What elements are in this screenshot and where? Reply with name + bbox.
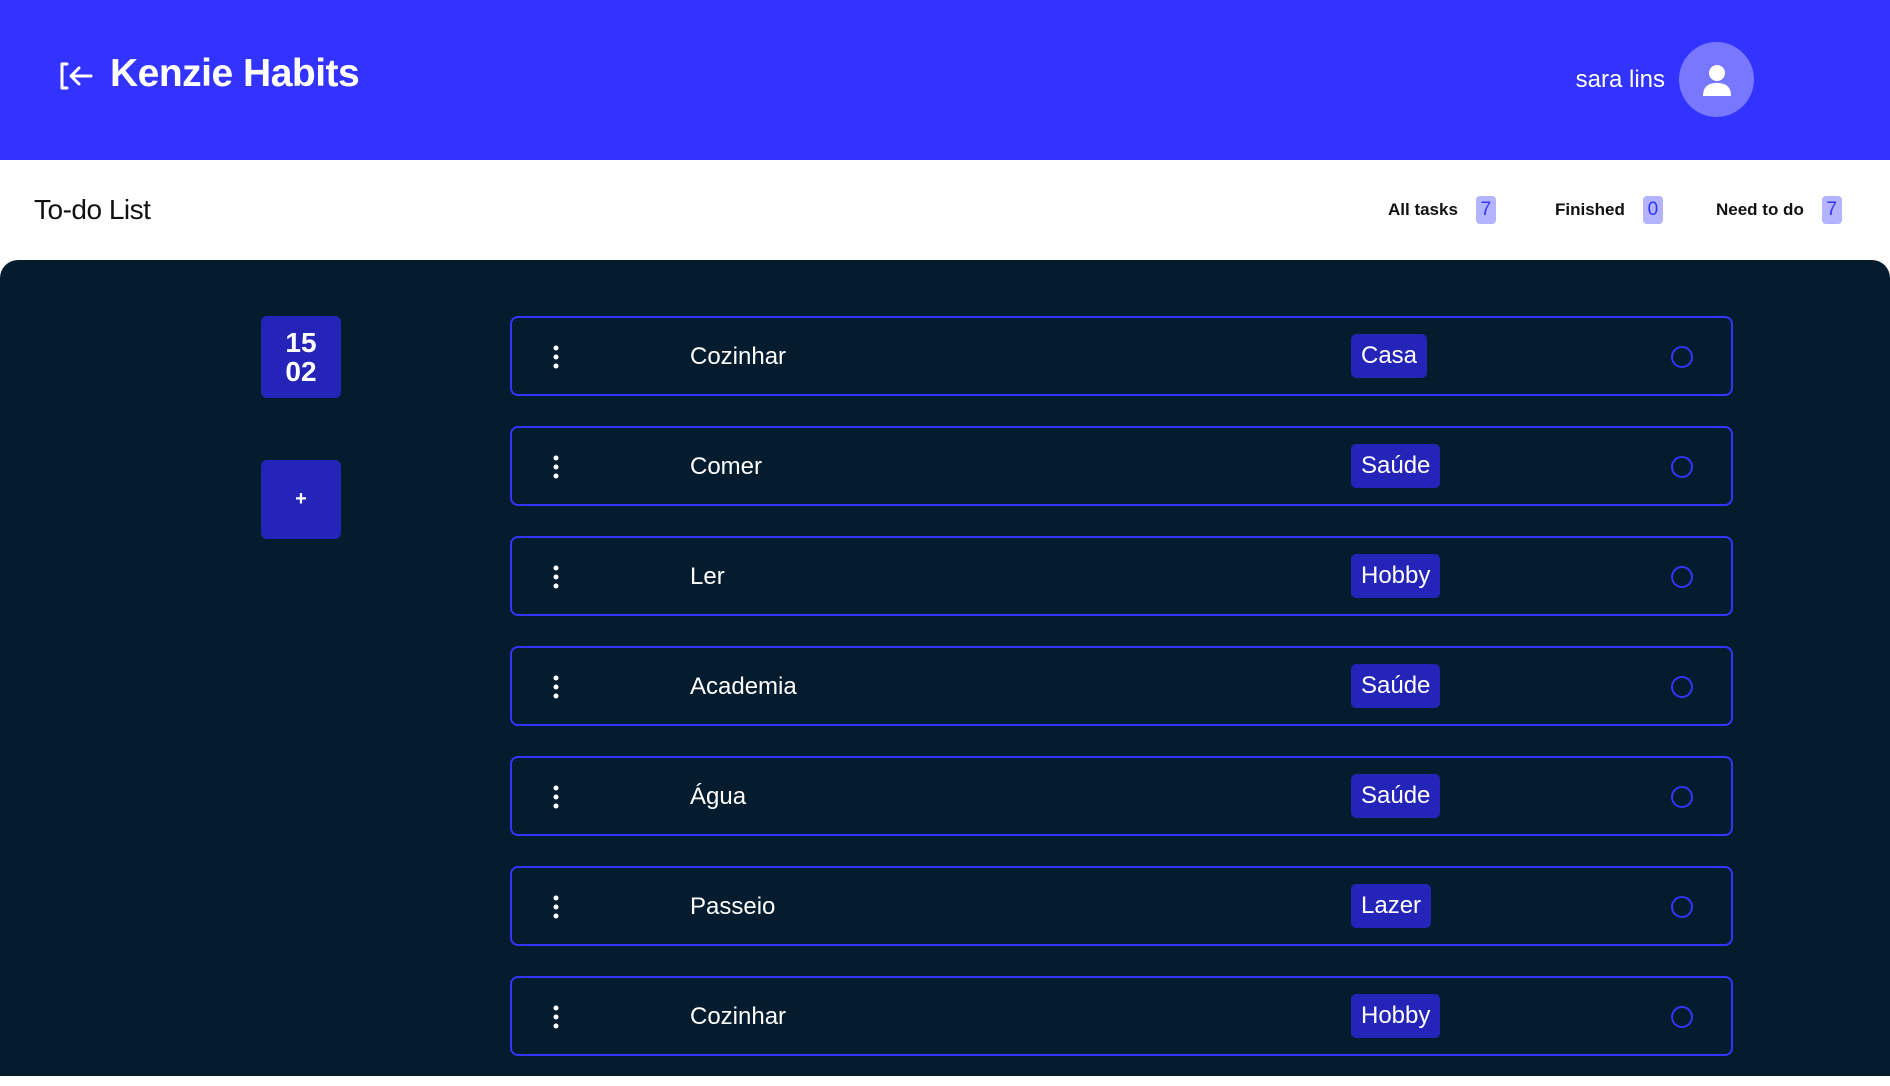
task-item[interactable]: Comer Saúde [510, 426, 1733, 506]
task-title: Cozinhar [690, 1003, 787, 1030]
task-item[interactable]: Academia Saúde [510, 646, 1733, 726]
more-options-icon[interactable] [549, 342, 563, 372]
add-task-button[interactable]: + [261, 460, 341, 539]
task-title: Ler [690, 563, 725, 590]
task-item[interactable]: Passeio Lazer [510, 866, 1733, 946]
task-title: Academia [690, 673, 797, 700]
task-tag: Hobby [1351, 554, 1441, 598]
task-checkbox[interactable] [1671, 896, 1693, 918]
task-item[interactable]: Ler Hobby [510, 536, 1733, 616]
more-options-icon[interactable] [549, 782, 563, 812]
counter-badge: 7 [1475, 196, 1496, 224]
top-bar: Kenzie Habits sara lins [0, 0, 1890, 160]
task-checkbox[interactable] [1671, 456, 1693, 478]
more-options-icon[interactable] [549, 1002, 563, 1032]
task-tag: Casa [1351, 334, 1428, 378]
task-tag: Saúde [1351, 774, 1441, 818]
page-title: To-do List [34, 194, 151, 225]
counter-label: All tasks [1388, 200, 1458, 219]
task-checkbox[interactable] [1671, 566, 1693, 588]
task-item[interactable]: Água Saúde [510, 756, 1733, 836]
more-options-icon[interactable] [549, 452, 563, 482]
task-checkbox[interactable] [1671, 1006, 1693, 1028]
user-icon [1702, 64, 1731, 96]
more-options-icon[interactable] [549, 562, 563, 592]
counter-label: Finished [1555, 200, 1625, 219]
task-title: Passeio [690, 893, 776, 920]
task-item[interactable]: Cozinhar Hobby [510, 976, 1733, 1056]
counter-all-tasks[interactable]: All tasks 7 [1388, 196, 1496, 224]
task-tag: Hobby [1351, 994, 1441, 1038]
counter-finished[interactable]: Finished 0 [1555, 196, 1663, 224]
user-name: sara lins [1575, 66, 1665, 93]
date-day: 15 [285, 327, 317, 358]
task-list: Cozinhar Casa Comer Saúde Ler Hobby Acad… [510, 316, 1733, 1086]
task-item[interactable]: Cozinhar Casa [510, 316, 1733, 396]
task-tag: Lazer [1351, 884, 1432, 928]
date-month: 02 [285, 356, 317, 387]
counter-need-to-do[interactable]: Need to do 7 [1716, 196, 1842, 224]
task-checkbox[interactable] [1671, 676, 1693, 698]
counter-badge: 7 [1821, 196, 1842, 224]
task-checkbox[interactable] [1671, 786, 1693, 808]
date-card: 15 02 [261, 316, 341, 398]
more-options-icon[interactable] [549, 892, 563, 922]
more-options-icon[interactable] [549, 672, 563, 702]
avatar[interactable] [1679, 42, 1754, 117]
task-tag: Saúde [1351, 664, 1441, 708]
logout-icon[interactable] [58, 60, 94, 92]
task-checkbox[interactable] [1671, 346, 1693, 368]
task-title: Cozinhar [690, 343, 787, 370]
counter-badge: 0 [1642, 196, 1663, 224]
task-title: Água [690, 783, 747, 810]
counter-label: Need to do [1716, 200, 1804, 219]
task-title: Comer [690, 453, 763, 480]
app-title: Kenzie Habits [110, 52, 360, 95]
task-tag: Saúde [1351, 444, 1441, 488]
